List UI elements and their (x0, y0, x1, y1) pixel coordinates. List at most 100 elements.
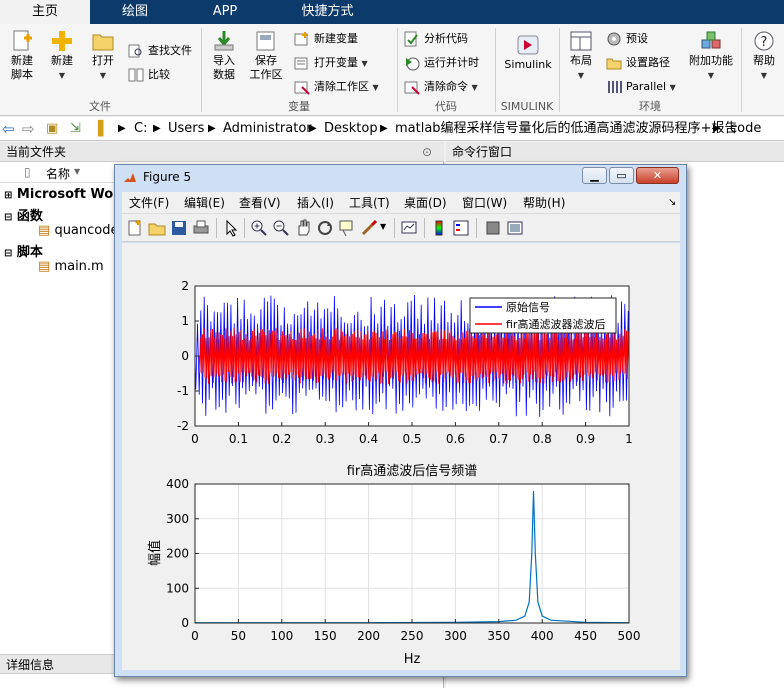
simulink-label: Simulink (504, 58, 552, 71)
save-workspace-label: 保存 工作区 (249, 54, 283, 81)
menu-view[interactable]: 查看(V) (239, 192, 281, 214)
tab-home[interactable]: 主页 (0, 0, 90, 24)
analyze-code-button[interactable]: 分析代码 (404, 30, 468, 48)
brush-icon[interactable] (360, 219, 378, 237)
import-data-button[interactable]: 导入 数据 (206, 30, 242, 82)
maximize-button[interactable]: ▭ (609, 167, 634, 184)
new-button[interactable]: 新建 ▼ (44, 30, 80, 83)
tab-shortcuts[interactable]: 快捷方式 (270, 0, 385, 24)
x-tick-label: 200 (357, 629, 380, 643)
breadcrumb-item[interactable]: Administrator (223, 117, 312, 141)
colorbar-icon[interactable] (430, 219, 448, 237)
clear-workspace-button[interactable]: 清除工作区 ▼ (294, 78, 379, 96)
y-tick-label: 100 (166, 581, 189, 595)
zoom-out-icon[interactable] (272, 219, 290, 237)
file-item[interactable]: ▤ main.m (38, 259, 104, 274)
open-file-icon[interactable] (148, 219, 166, 237)
breadcrumb-separator: ▶ (153, 123, 161, 134)
zoom-in-icon[interactable] (250, 219, 268, 237)
dock-arrow-icon[interactable]: ↘ (668, 192, 676, 214)
file-item[interactable]: ▤ quancode (38, 223, 119, 238)
toolbar-divider (424, 218, 425, 238)
breadcrumb-separator: ▶ (208, 123, 216, 134)
panel-title: 当前文件夹 (6, 145, 67, 159)
dropdown-arrow-icon[interactable]: ▼ (380, 222, 386, 231)
layout-button[interactable]: 布局 ▼ (563, 30, 599, 83)
tab-apps[interactable]: APP (180, 0, 270, 24)
breadcrumb-item[interactable]: code (730, 117, 761, 141)
x-tick-label: 1 (625, 432, 633, 446)
menu-window[interactable]: 窗口(W) (462, 192, 507, 214)
breadcrumb-separator: ▶ (118, 123, 126, 134)
pan-hand-icon[interactable] (294, 219, 312, 237)
tree-node[interactable]: ⊞ Microsoft Word (4, 187, 129, 202)
clear-workspace-label: 清除工作区 (314, 80, 369, 93)
node-label: 脚本 (16, 245, 43, 260)
matlab-logo-icon (124, 173, 136, 182)
time-domain-axes: 0 0.1 0.2 0.3 0.4 0.5 0.6 0.7 0.8 0.9 1 -2 -1 0 1 2 原始信… (177, 279, 633, 446)
menu-desktop[interactable]: 桌面(D) (404, 192, 447, 214)
addons-button[interactable]: 附加功能 ▼ (686, 30, 736, 83)
preferences-button[interactable]: 预设 (606, 30, 648, 48)
print-icon[interactable] (192, 219, 210, 237)
tree-node[interactable]: ⊟ 脚本 (4, 241, 43, 260)
forward-arrow-icon[interactable]: ⇨ (22, 117, 35, 141)
tree-node[interactable]: ⊟ 函数 (4, 205, 43, 224)
breadcrumb-item[interactable]: Desktop (324, 117, 378, 141)
simulink-button[interactable]: Simulink (500, 34, 556, 72)
figure-canvas: 0 0.1 0.2 0.3 0.4 0.5 0.6 0.7 0.8 0.9 1 -2 -1 0 1 2 原始信… (122, 243, 680, 670)
minimize-button[interactable]: ▁ (582, 167, 607, 184)
show-plot-tools-icon[interactable] (506, 219, 524, 237)
browse-folder-icon[interactable]: ⇲ (70, 117, 81, 141)
panel-menu-icon[interactable]: ⊙ (422, 142, 432, 162)
file-label: quancode (54, 223, 119, 238)
legend-icon[interactable] (452, 219, 470, 237)
open-button[interactable]: 打开 ▼ (86, 30, 120, 83)
menu-edit[interactable]: 编辑(E) (184, 192, 225, 214)
x-tick-label: 0 (191, 432, 199, 446)
set-path-button[interactable]: 设置路径 (606, 54, 670, 72)
collapse-icon[interactable]: ⊟ (4, 212, 12, 223)
clear-commands-icon (404, 81, 420, 95)
breadcrumb-item[interactable]: Users (168, 117, 204, 141)
x-tick-label: 0.3 (316, 432, 335, 446)
menu-insert[interactable]: 插入(I) (297, 192, 334, 214)
new-script-button[interactable]: 新建 脚本 (4, 30, 40, 82)
open-variable-button[interactable]: 打开变量 ▼ (294, 54, 368, 72)
link-plot-icon[interactable] (400, 219, 418, 237)
expand-icon[interactable]: ⊞ (4, 190, 12, 201)
run-and-time-button[interactable]: 运行并计时 (404, 54, 479, 72)
find-files-icon (128, 44, 142, 58)
spectrum-axes: fir高通滤波后信号频谱 0 50 100 150 200 250 300 350 400 450… (147, 463, 640, 667)
new-variable-button[interactable]: 新建变量 (294, 30, 358, 48)
plus-icon (52, 31, 72, 51)
legend[interactable]: 原始信号 fir高通滤波器滤波后 (469, 297, 617, 334)
clear-commands-button[interactable]: 清除命令 ▼ (404, 78, 478, 96)
find-files-button[interactable]: 查找文件 (128, 42, 192, 60)
import-icon (214, 31, 234, 51)
column-name[interactable]: 名称 (46, 165, 70, 182)
up-folder-icon[interactable]: ▣ (46, 117, 58, 141)
menu-tools[interactable]: 工具(T) (349, 192, 390, 214)
help-button[interactable]: ? 帮助 ▼ (746, 30, 782, 83)
tab-plots[interactable]: 绘图 (90, 0, 180, 24)
menu-file[interactable]: 文件(F) (129, 192, 169, 214)
back-arrow-icon[interactable]: ⇦ (2, 117, 15, 141)
parallel-button[interactable]: Parallel ▼ (606, 78, 676, 96)
hide-plot-tools-icon[interactable] (484, 219, 502, 237)
breadcrumb-item[interactable]: matlab编程采样信号量化后的低通高通滤波源码程序+报告 (395, 117, 737, 141)
close-button[interactable]: ✕ (636, 167, 679, 184)
new-figure-icon[interactable] (126, 219, 144, 237)
breadcrumb-item[interactable]: C: (134, 117, 147, 141)
find-files-label: 查找文件 (148, 44, 192, 57)
figure-title-bar[interactable]: Figure 5 ▁ ▭ ✕ (115, 165, 686, 191)
save-icon[interactable] (170, 219, 188, 237)
data-cursor-icon[interactable] (338, 219, 356, 237)
menu-help[interactable]: 帮助(H) (523, 192, 565, 214)
rotate-3d-icon[interactable] (316, 219, 334, 237)
pointer-icon[interactable] (222, 219, 240, 237)
collapse-icon[interactable]: ⊟ (4, 248, 12, 259)
set-path-label: 设置路径 (626, 56, 670, 69)
save-workspace-button[interactable]: 保存 工作区 (246, 30, 286, 82)
compare-button[interactable]: 比较 (128, 66, 170, 84)
